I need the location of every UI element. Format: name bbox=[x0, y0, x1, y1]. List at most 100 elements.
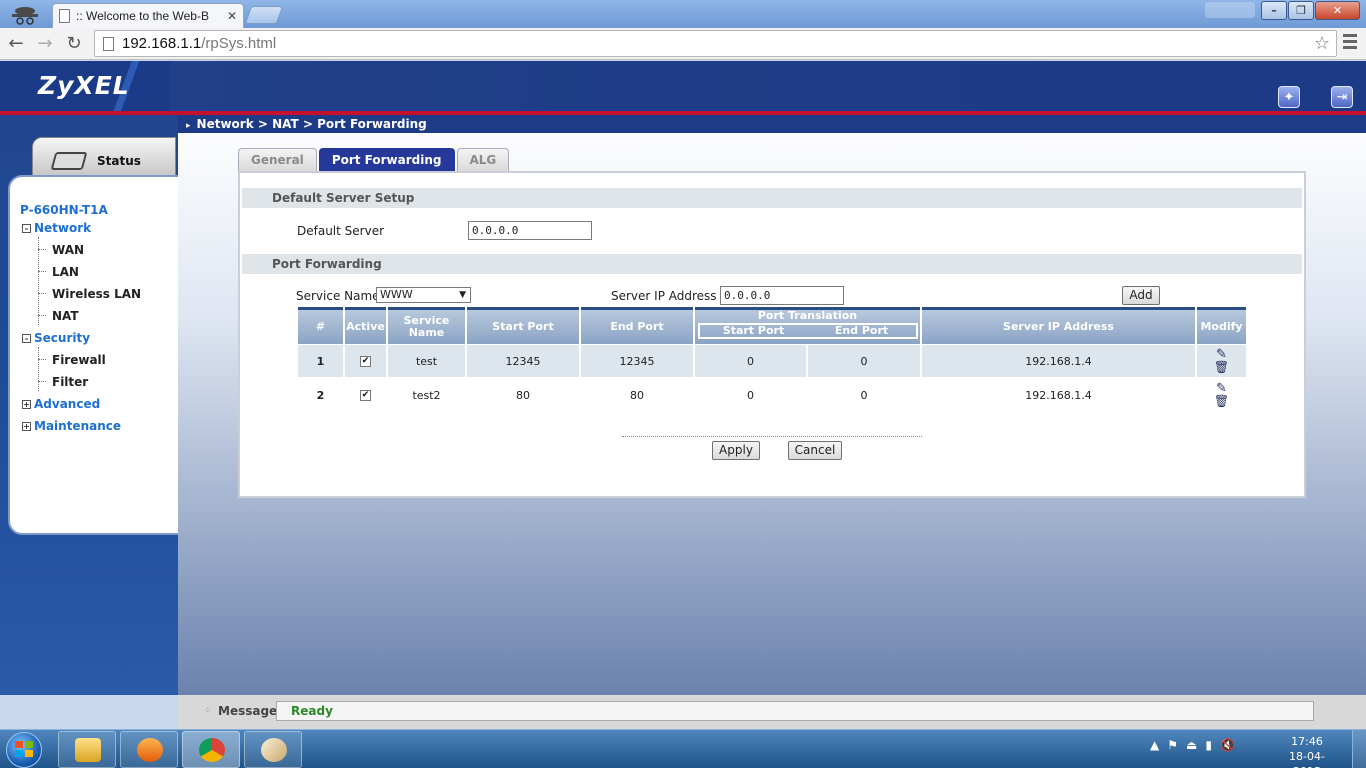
taskbar-chrome[interactable] bbox=[182, 731, 240, 768]
cell-num: 1 bbox=[298, 345, 343, 377]
sidebar-item-label: Security bbox=[34, 331, 91, 345]
message-label: Message bbox=[218, 704, 278, 718]
cell-start: 80 bbox=[516, 388, 530, 402]
taskbar-explorer[interactable] bbox=[58, 731, 116, 768]
maximize-button[interactable]: ❐ bbox=[1288, 1, 1314, 20]
tab-alg[interactable]: ALG bbox=[456, 148, 510, 172]
default-server-input[interactable]: 0.0.0.0 bbox=[468, 221, 592, 240]
trash-icon[interactable]: 🗑 bbox=[1214, 394, 1229, 408]
usb-icon[interactable]: ⏏ bbox=[1186, 738, 1197, 752]
service-name-label: Service Name bbox=[296, 289, 380, 303]
show-hidden-icons-icon[interactable]: ▲ bbox=[1150, 738, 1159, 752]
media-player-icon bbox=[137, 738, 163, 762]
active-checkbox[interactable]: ✔ bbox=[360, 355, 371, 367]
breadcrumb-text: Network > NAT > Port Forwarding bbox=[196, 117, 427, 131]
sidebar-item-security[interactable]: – Security bbox=[22, 331, 90, 345]
tree-line bbox=[38, 315, 46, 316]
close-window-button[interactable]: ✕ bbox=[1315, 1, 1360, 20]
col-num: # bbox=[298, 307, 343, 344]
paint-icon bbox=[261, 738, 287, 762]
cell-pt-start: 0 bbox=[747, 388, 754, 402]
tree-line bbox=[38, 347, 39, 391]
taskbar-media-player[interactable] bbox=[120, 731, 178, 768]
close-tab-icon[interactable]: ✕ bbox=[227, 9, 237, 23]
cell-modify: ✎ 🗑 bbox=[1197, 379, 1246, 411]
sidebar-item-lan[interactable]: LAN bbox=[52, 265, 79, 279]
taskbar: ▲ ⚑ ⏏ ▮ 🔇 17:46 18-04-2015 bbox=[0, 729, 1366, 768]
sidebar-item-filter[interactable]: Filter bbox=[52, 375, 88, 389]
sidebar-item-label: Advanced bbox=[34, 397, 101, 411]
cell-end: 80 bbox=[630, 388, 644, 402]
zyxel-logo: ZyXEL bbox=[38, 71, 130, 100]
port-translation-label: Port Translation bbox=[757, 309, 858, 322]
logout-icon[interactable]: ⇥ bbox=[1331, 86, 1353, 108]
tab-general[interactable]: General bbox=[238, 148, 317, 172]
divider bbox=[622, 436, 922, 437]
trash-icon[interactable]: 🗑 bbox=[1214, 360, 1229, 374]
cell-service: test bbox=[388, 345, 465, 377]
apply-button[interactable]: Apply bbox=[712, 441, 760, 460]
col-modify: Modify bbox=[1197, 307, 1246, 344]
tab-port-forwarding[interactable]: Port Forwarding bbox=[318, 148, 455, 172]
taskbar-paint[interactable] bbox=[244, 731, 302, 768]
system-tray: ▲ ⚑ ⏏ ▮ 🔇 bbox=[1150, 738, 1235, 752]
col-server-ip: Server IP Address bbox=[922, 307, 1195, 344]
browser-menu-icon[interactable] bbox=[1343, 34, 1357, 52]
action-center-icon[interactable]: ⚑ bbox=[1167, 738, 1178, 752]
edit-icon[interactable]: ✎ bbox=[1216, 348, 1227, 361]
clock-date: 18-04-2015 bbox=[1289, 750, 1325, 768]
clock-time: 17:46 bbox=[1291, 735, 1323, 748]
show-desktop-button[interactable] bbox=[1352, 730, 1366, 768]
status-label: Status bbox=[97, 154, 141, 168]
sidebar-item-firewall[interactable]: Firewall bbox=[52, 353, 106, 367]
clock[interactable]: 17:46 18-04-2015 bbox=[1276, 734, 1338, 768]
sidebar-item-advanced[interactable]: + Advanced bbox=[22, 397, 100, 411]
col-start-port: Start Port bbox=[467, 307, 579, 344]
page-icon bbox=[59, 9, 70, 23]
active-checkbox[interactable]: ✔ bbox=[360, 389, 371, 401]
col-end-port: End Port bbox=[581, 307, 693, 344]
sidebar-item-label: Network bbox=[34, 221, 92, 235]
tree-line bbox=[38, 271, 46, 272]
bookmark-star-icon[interactable]: ☆ bbox=[1314, 33, 1330, 54]
message-bar: ⁘ Message Ready bbox=[178, 695, 1366, 729]
service-name-select[interactable]: WWW ▼ bbox=[376, 287, 471, 303]
minimize-button[interactable]: – bbox=[1261, 1, 1287, 20]
col-active: Active bbox=[345, 307, 386, 344]
app-header: ZyXEL bbox=[0, 61, 1366, 111]
new-tab-button[interactable] bbox=[244, 6, 284, 24]
cell-ip: 192.168.1.4 bbox=[1025, 388, 1092, 402]
cell-start: 12345 bbox=[467, 345, 579, 377]
cell-pt-start: 0 bbox=[695, 345, 806, 377]
network-signal-icon[interactable]: ▮ bbox=[1205, 738, 1212, 752]
page-icon bbox=[103, 36, 114, 51]
sidebar-item-network[interactable]: – Network bbox=[22, 221, 91, 235]
cancel-button[interactable]: Cancel bbox=[788, 441, 842, 460]
browser-tab[interactable]: :: Welcome to the Web-B ✕ bbox=[52, 3, 244, 28]
sidebar-item-maintenance[interactable]: + Maintenance bbox=[22, 419, 121, 433]
server-ip-label: Server IP Address bbox=[611, 289, 717, 303]
reload-button[interactable]: ↻ bbox=[62, 32, 86, 56]
collapse-icon: – bbox=[22, 333, 31, 343]
windows-logo-icon bbox=[15, 741, 33, 757]
tree-line bbox=[38, 293, 46, 294]
dropdown-arrow-icon: ▼ bbox=[459, 290, 466, 300]
cell-pt-end: 0 bbox=[808, 345, 920, 377]
forward-button[interactable]: → bbox=[33, 32, 57, 56]
breadcrumb: ▸ Network > NAT > Port Forwarding bbox=[178, 115, 1366, 133]
address-bar[interactable]: 192.168.1.1/rpSys.html ☆ bbox=[94, 30, 1337, 57]
sidebar-item-nat[interactable]: NAT bbox=[52, 309, 79, 323]
cell-service: test2 bbox=[412, 388, 441, 402]
edit-icon[interactable]: ✎ bbox=[1216, 382, 1227, 395]
volume-mute-icon[interactable]: 🔇 bbox=[1220, 738, 1235, 752]
pt-start-header: Start Port bbox=[722, 324, 785, 337]
cell-active: ✔ bbox=[345, 379, 386, 411]
wizard-icon[interactable]: ✦ bbox=[1278, 86, 1300, 108]
cell-pt-end: 0 bbox=[860, 388, 868, 402]
sidebar-item-wan[interactable]: WAN bbox=[52, 243, 84, 257]
add-button[interactable]: Add bbox=[1122, 286, 1160, 305]
sidebar-item-wireless-lan[interactable]: Wireless LAN bbox=[52, 287, 141, 301]
server-ip-input[interactable]: 0.0.0.0 bbox=[720, 286, 844, 305]
col-service-name: Service Name bbox=[388, 307, 465, 344]
back-button[interactable]: ← bbox=[4, 32, 28, 56]
